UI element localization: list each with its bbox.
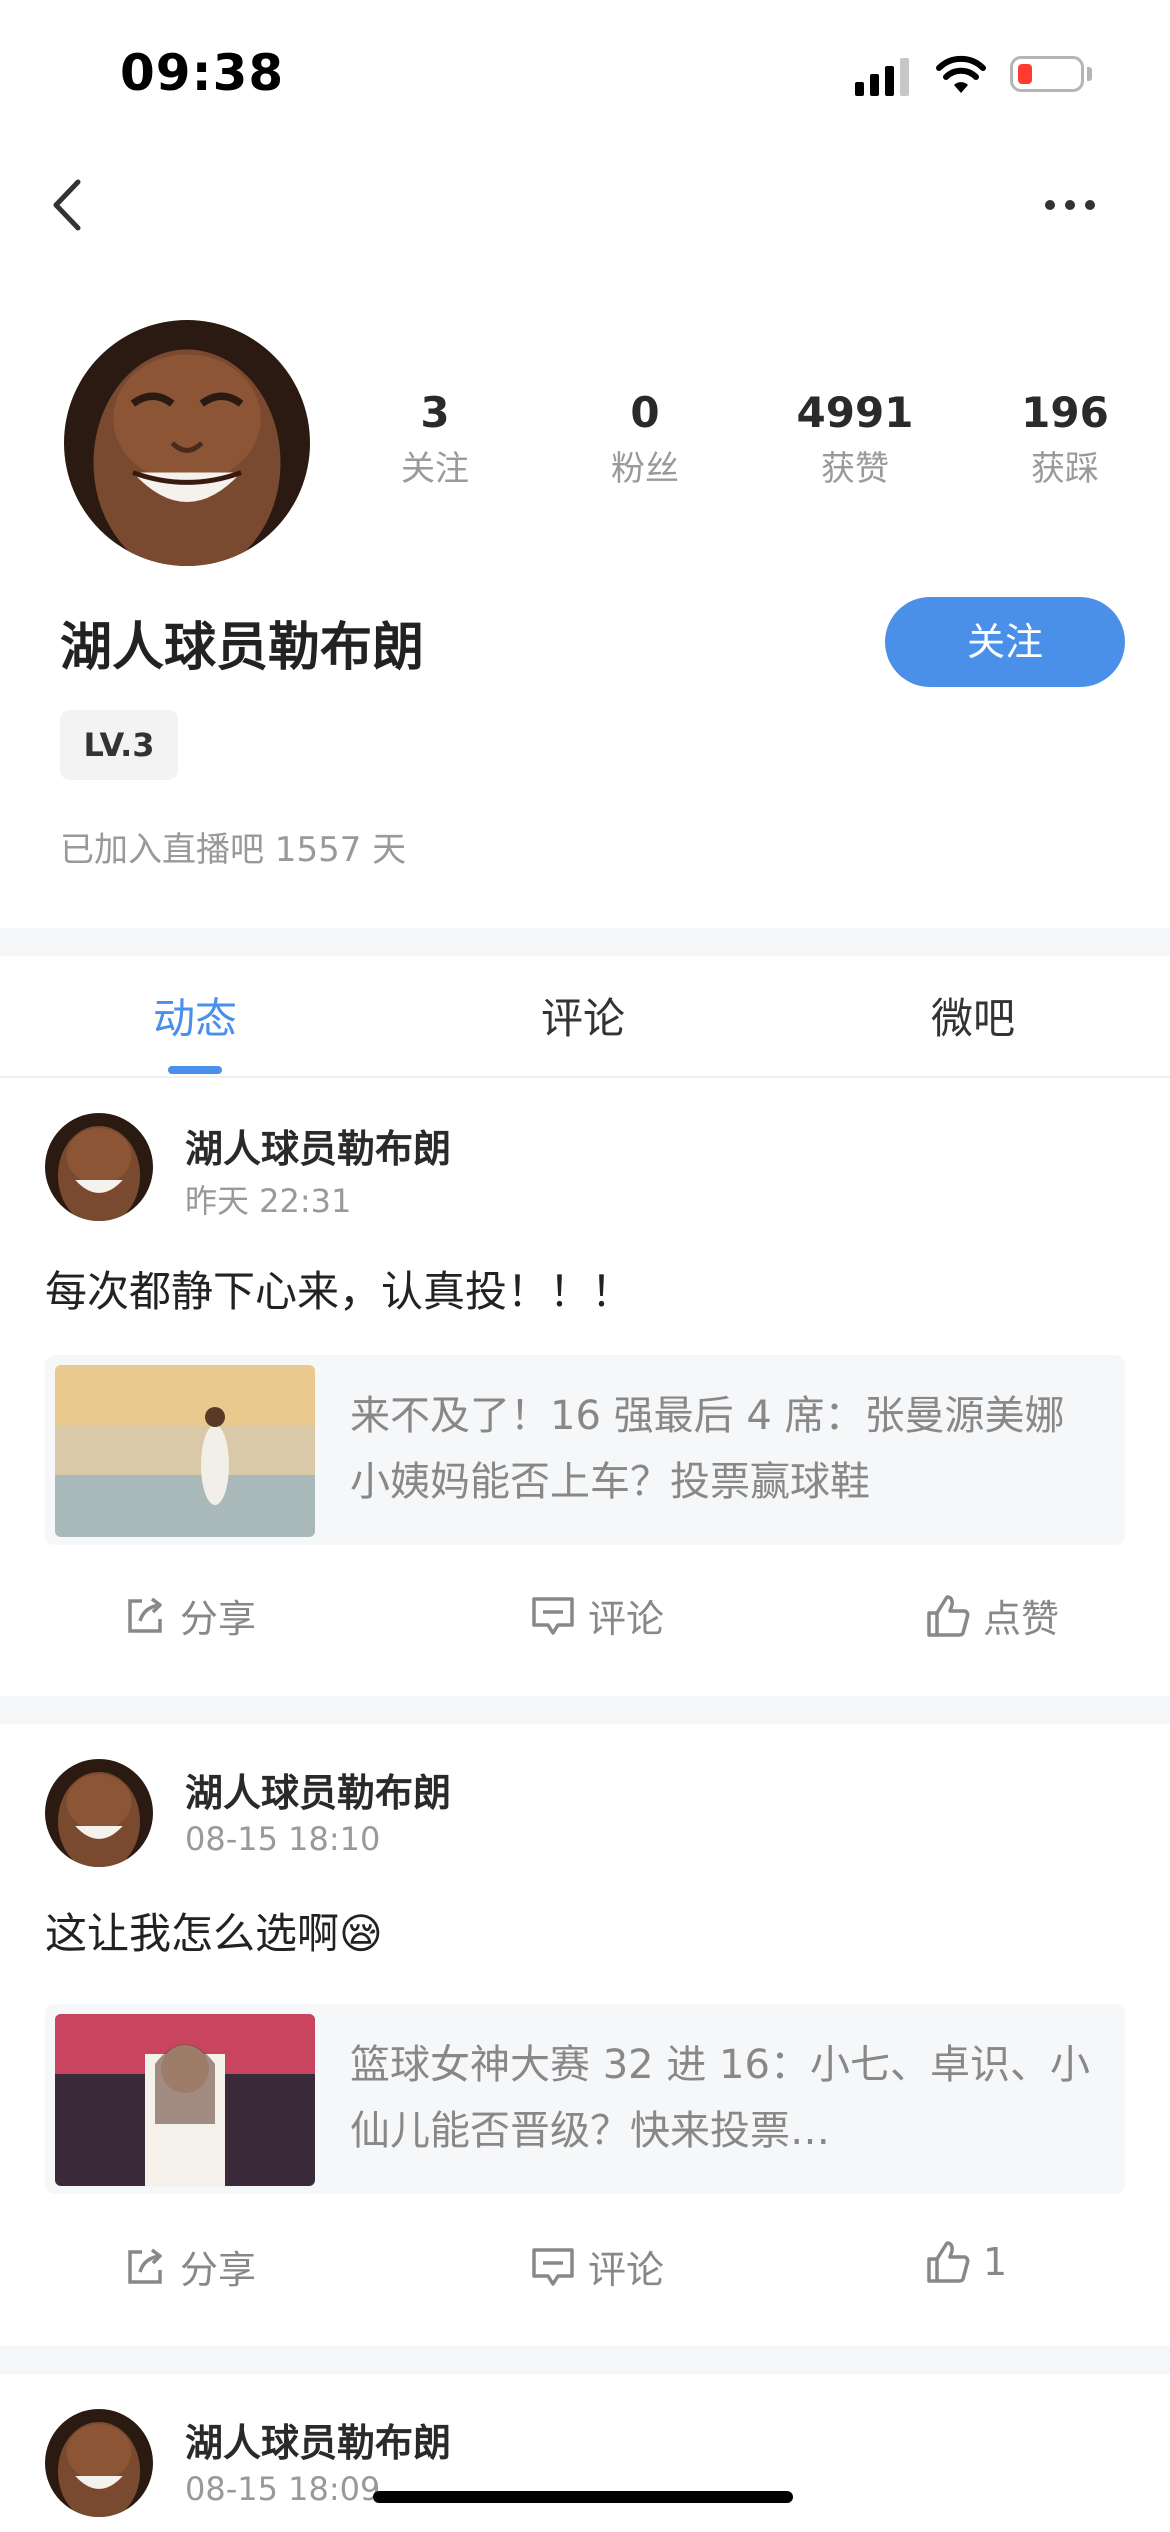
level-badge: LV.3 — [60, 710, 178, 780]
post-author[interactable]: 湖人球员勒布朗 — [185, 1762, 451, 1817]
home-indicator[interactable] — [373, 2491, 793, 2503]
chevron-left-icon[interactable] — [40, 170, 100, 240]
like-label: 点赞 — [983, 1597, 1060, 1641]
comment-label: 评论 — [588, 1597, 665, 1641]
avatar[interactable] — [64, 320, 310, 566]
wifi-icon — [936, 55, 986, 93]
follow-button[interactable]: 关注 — [885, 597, 1125, 687]
share-label: 分享 — [180, 1597, 257, 1641]
card-title: 篮球女神大赛 32 进 16：小七、卓识、小仙儿能否晋级？快来投票… — [350, 2042, 1090, 2154]
card-thumbnail — [55, 2014, 315, 2186]
post-time: 08-15 18:10 — [185, 1820, 381, 1858]
post-text[interactable]: 每次都静下心来，认真投！！！ — [45, 1258, 633, 1319]
post-item: 湖人球员勒布朗 昨天 22:31 每次都静下心来，认真投！！！ 来不及了！16 … — [0, 1078, 1170, 1698]
card-title: 来不及了！16 强最后 4 席：张曼源美娜小姨妈能否上车？投票赢球鞋 — [350, 1393, 1065, 1505]
stat-label: 获赞 — [821, 449, 889, 489]
tab-dynamics[interactable]: 动态 — [95, 985, 295, 1046]
post-author[interactable]: 湖人球员勒布朗 — [185, 1118, 451, 1173]
stat-label: 关注 — [401, 449, 469, 489]
comment-button[interactable]: 评论 — [530, 1588, 664, 1643]
comment-button[interactable]: 评论 — [530, 2239, 664, 2294]
stat-value: 196 — [1021, 388, 1109, 437]
post-avatar[interactable] — [45, 2409, 153, 2517]
post-item: 湖人球员勒布朗 08-15 18:10 这让我怎么选啊😪 篮球女神大赛 32 进… — [0, 1724, 1170, 2344]
comment-icon — [532, 1596, 574, 1635]
stat-label: 粉丝 — [611, 449, 679, 489]
stat-following[interactable]: 3 关注 — [350, 385, 520, 493]
stat-label: 获踩 — [1031, 449, 1099, 489]
stat-value: 0 — [630, 388, 660, 437]
battery-nub — [1087, 67, 1092, 81]
stat-likes-received[interactable]: 4991 获赞 — [770, 385, 940, 493]
post-time: 昨天 22:31 — [185, 1182, 352, 1220]
cellular-signal-icon — [855, 58, 909, 96]
post-item: 湖人球员勒布朗 08-15 18:09 — [0, 2374, 1170, 2532]
battery-icon — [1010, 56, 1084, 92]
share-button[interactable]: 分享 — [122, 2239, 256, 2294]
tab-comments[interactable]: 评论 — [483, 985, 683, 1046]
tab-weiba[interactable]: 微吧 — [873, 985, 1073, 1046]
post-divider — [0, 2346, 1170, 2374]
comment-label: 评论 — [588, 2248, 665, 2292]
post-link-card[interactable]: 来不及了！16 强最后 4 席：张曼源美娜小姨妈能否上车？投票赢球鞋 — [45, 1355, 1125, 1545]
stat-value: 4991 — [796, 388, 914, 437]
post-author[interactable]: 湖人球员勒布朗 — [185, 2412, 451, 2467]
share-label: 分享 — [180, 2248, 257, 2292]
card-thumbnail — [55, 1365, 315, 1537]
post-avatar[interactable] — [45, 1113, 153, 1221]
more-dots-icon[interactable] — [1045, 185, 1115, 225]
thumbs-up-icon — [927, 1594, 970, 1637]
thumbs-up-icon — [927, 2241, 970, 2283]
like-button[interactable]: 1 — [925, 2239, 1007, 2285]
post-text[interactable]: 这让我怎么选啊😪 — [45, 1900, 383, 1961]
stat-dislikes-received[interactable]: 196 获踩 — [980, 385, 1150, 493]
comment-icon — [532, 2247, 574, 2286]
profile-name: 湖人球员勒布朗 — [60, 618, 425, 678]
stat-followers[interactable]: 0 粉丝 — [560, 385, 730, 493]
post-divider — [0, 1696, 1170, 1724]
post-avatar[interactable] — [45, 1759, 153, 1867]
active-tab-indicator — [168, 1066, 222, 1074]
post-time: 08-15 18:09 — [185, 2470, 381, 2508]
like-button[interactable]: 点赞 — [925, 1588, 1059, 1643]
share-icon — [128, 1597, 162, 1633]
joined-days: 已加入直播吧 1557 天 — [60, 830, 407, 870]
share-button[interactable]: 分享 — [122, 1588, 256, 1643]
post-link-card[interactable]: 篮球女神大赛 32 进 16：小七、卓识、小仙儿能否晋级？快来投票… — [45, 2004, 1125, 2194]
stat-value: 3 — [420, 388, 450, 437]
section-divider — [0, 928, 1170, 956]
like-count: 1 — [983, 2240, 1008, 2284]
share-icon — [128, 2248, 162, 2284]
status-time: 09:38 — [120, 44, 285, 102]
